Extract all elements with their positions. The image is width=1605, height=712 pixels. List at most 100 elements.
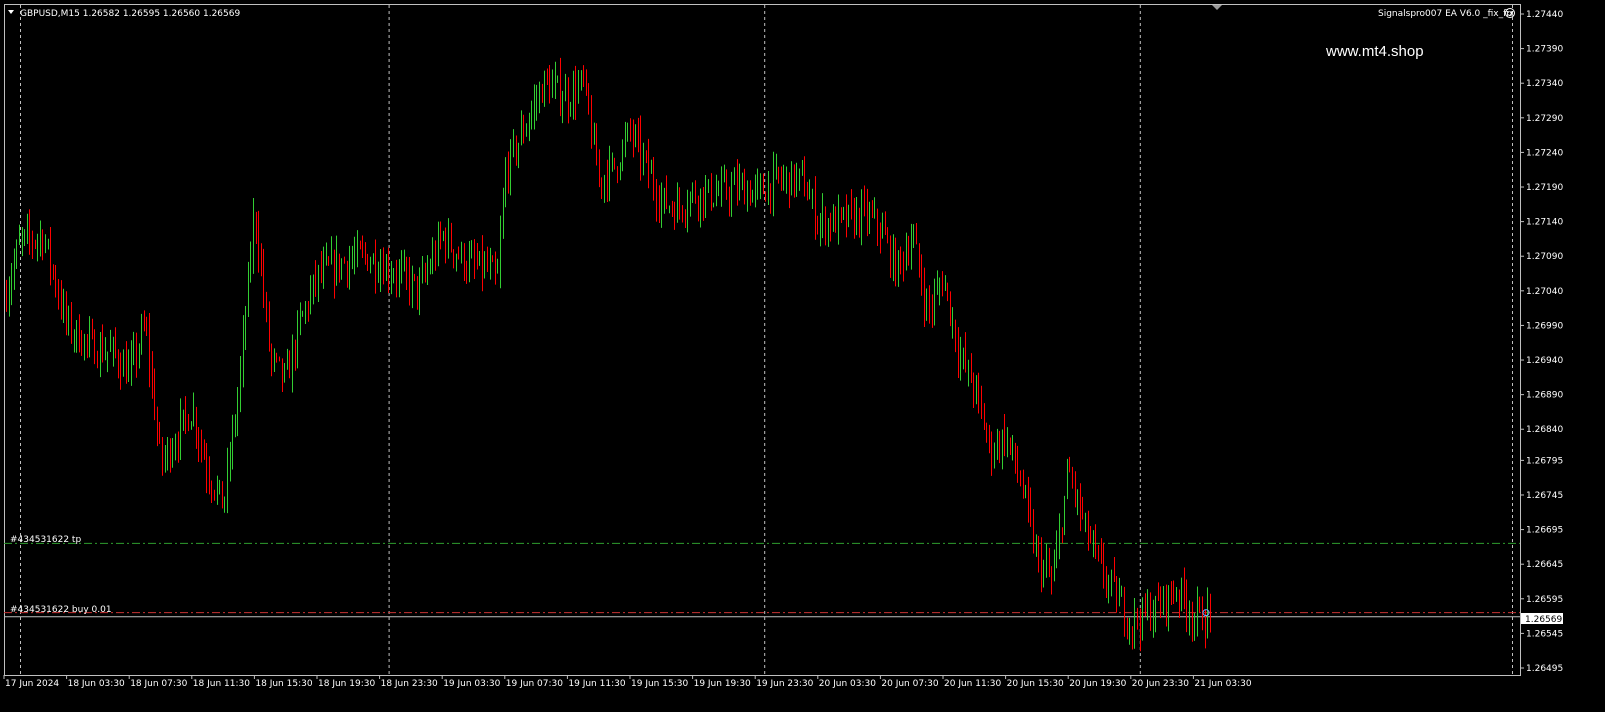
bull-candle [724,178,725,180]
bear-candle [674,209,675,222]
bear-candle [695,187,696,200]
bull-candle [318,266,319,285]
bear-candle [950,292,951,323]
y-tick-label: 1.27440 [1526,10,1563,20]
x-tick-label: 19 Jun 23:30 [756,679,813,689]
bull-candle [544,72,545,103]
bear-candle [308,305,309,310]
bull-candle [48,239,49,243]
bear-candle [1132,626,1133,631]
bear-candle [1192,615,1193,626]
bull-candle [105,354,106,358]
bull-candle [297,320,298,357]
bear-candle [152,367,153,382]
bear-candle [1114,573,1115,579]
bull-candle [284,366,285,379]
bull-candle [937,287,938,294]
bull-candle [45,242,46,250]
bull-candle [300,316,301,321]
bull-candle [1189,615,1190,618]
bear-candle [698,199,699,210]
bull-candle [820,221,821,228]
bear-candle [120,367,121,377]
bull-candle [131,356,132,367]
bull-candle [1007,437,1008,449]
bull-candle [783,177,784,181]
bull-candle [1025,488,1026,494]
bull-candle [175,446,176,453]
y-tick-label: 1.26745 [1526,491,1563,501]
bear-candle [451,230,452,251]
bull-candle [336,254,337,281]
x-tick-label: 20 Jun 23:30 [1132,679,1189,689]
bear-candle [630,126,631,131]
bear-candle [383,266,384,281]
bull-candle [100,341,101,364]
bear-candle [42,234,43,250]
bear-candle [136,346,137,361]
bear-candle [1179,594,1180,600]
bear-candle [53,267,54,273]
bull-candle [393,276,394,278]
bear-candle [414,274,415,277]
bull-candle [500,234,501,272]
bull-candle [310,290,311,310]
bear-candle [263,265,264,298]
bull-candle [1147,603,1148,613]
bull-candle [713,203,714,205]
bull-candle [352,259,353,262]
bull-candle [926,298,927,310]
bull-candle [687,208,688,216]
bear-candle [29,227,30,238]
bear-candle [516,140,517,158]
bull-candle [357,243,358,256]
bull-candle [555,79,556,85]
bull-candle [68,313,69,322]
bear-candle [947,283,948,293]
bear-candle [542,89,543,103]
bear-candle [1184,579,1185,598]
bear-candle [859,209,860,230]
bull-candle [1168,586,1169,615]
bull-candle [635,132,636,141]
bear-candle [71,313,72,338]
price-chart[interactable]: 1.27440 1.27390 1.27340 1.27290 1.27240 1.271… [0,0,1605,712]
bear-candle [648,153,649,174]
bear-candle [214,491,215,496]
bear-candle [61,297,62,311]
bull-candle [380,266,381,277]
bull-candle [625,136,626,145]
bull-candle [773,168,774,201]
bull-candle [945,283,946,291]
bear-candle [1030,504,1031,519]
bull-candle [63,301,64,311]
bear-candle [750,189,751,203]
bull-candle [1077,492,1078,498]
bear-candle [261,257,262,266]
bear-candle [87,336,88,341]
bull-candle [11,277,12,291]
bear-candle [201,442,202,448]
bull-candle [856,209,857,231]
bull-candle [479,251,480,264]
bear-candle [726,178,727,195]
bull-candle [570,107,571,109]
bear-candle [159,431,160,441]
bull-candle [1056,546,1057,567]
bear-candle [932,307,933,310]
bear-candle [887,234,888,240]
bull-candle [861,202,862,230]
bull-candle [180,416,181,447]
bear-candle [118,353,119,368]
bull-candle [994,453,995,461]
bull-candle [1046,563,1047,566]
bear-candle [206,458,207,475]
bull-candle [882,227,883,237]
bear-candle [1062,529,1063,533]
bull-candle [9,290,10,307]
bull-candle [349,261,350,276]
bear-candle [365,249,366,256]
bull-candle [874,211,875,215]
bear-candle [1202,604,1203,629]
x-tick-label: 20 Jun 03:30 [819,679,876,689]
